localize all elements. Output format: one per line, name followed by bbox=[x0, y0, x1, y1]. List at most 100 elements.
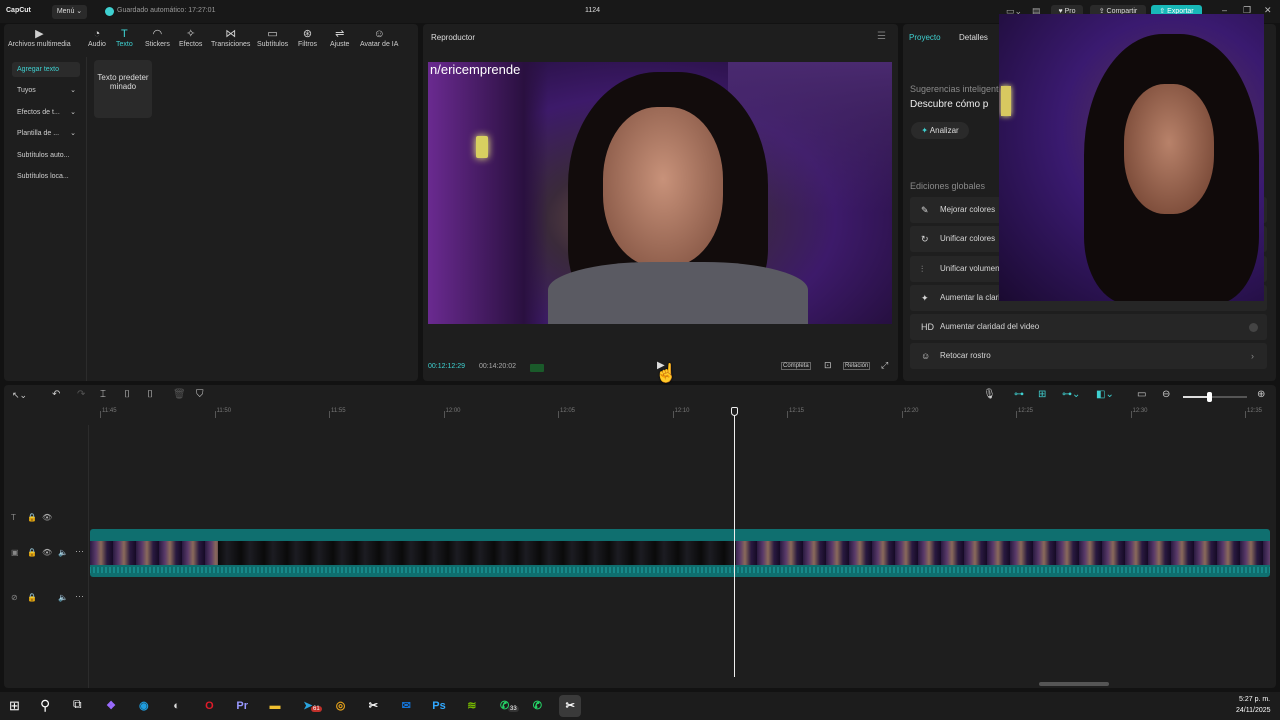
audio-track-more-icon[interactable]: ⋯ bbox=[75, 591, 84, 602]
sidebar-item-label: Agregar texto bbox=[17, 66, 60, 73]
video-track-lock-icon[interactable]: 🔒 bbox=[27, 548, 37, 557]
edge-icon[interactable]: ◉ bbox=[133, 695, 155, 717]
capcut-active-icon[interactable]: ✂ bbox=[559, 695, 582, 717]
tool-stickers[interactable]: ◠ Stickers bbox=[145, 28, 170, 48]
obs-icon[interactable]: ◐ bbox=[166, 695, 188, 717]
clock-time[interactable]: 5:27 p. m. bbox=[1239, 696, 1270, 703]
ruler-tick bbox=[558, 411, 559, 418]
audio-track-speaker-icon[interactable]: 🔈 bbox=[58, 593, 68, 602]
toggle-icon[interactable] bbox=[1249, 323, 1258, 332]
ruler-tick bbox=[1245, 411, 1246, 418]
chevron-right-icon[interactable]: › bbox=[1251, 351, 1254, 361]
ruler-tick bbox=[672, 411, 674, 418]
undo-icon[interactable]: ↶ bbox=[52, 389, 60, 400]
tool-filters[interactable]: ⊛ Filtros bbox=[298, 28, 317, 48]
video-track-more-icon[interactable]: ⋯ bbox=[75, 546, 84, 557]
ruler-tick bbox=[787, 411, 788, 418]
sidebar-item-0[interactable]: Agregar texto bbox=[12, 62, 80, 77]
menu-button[interactable]: Menú ⌄ bbox=[52, 5, 87, 19]
video-preview[interactable]: n/ericemprende bbox=[428, 62, 892, 324]
player-menu-icon[interactable]: ☰ bbox=[877, 31, 886, 42]
copilot-icon[interactable]: ❖ bbox=[100, 695, 122, 717]
explorer-icon[interactable]: ▬ bbox=[264, 695, 286, 717]
global-edit-label: Retocar rostro bbox=[940, 351, 991, 360]
redo-icon[interactable]: ↷ bbox=[77, 389, 85, 400]
tool-transitions[interactable]: ⋈ Transiciones bbox=[211, 28, 250, 48]
global-edit-icon: ☺ bbox=[921, 351, 931, 361]
player-title: Reproductor bbox=[431, 33, 476, 42]
video-track-eye-icon[interactable]: 👁 bbox=[42, 548, 52, 557]
sidebar-item-label: Tuyos bbox=[17, 87, 36, 94]
sidebar-item-5[interactable]: Subtítulos loca... bbox=[12, 169, 80, 184]
text-track-lock-icon[interactable]: 🔒 bbox=[27, 513, 37, 522]
sidebar-item-3[interactable]: Plantilla de ... ⌄ bbox=[12, 126, 80, 141]
text-track-eye-icon[interactable]: 👁 bbox=[42, 513, 52, 522]
video-track-audio-icon[interactable]: 🔈 bbox=[58, 548, 68, 557]
ruler-tick bbox=[1130, 411, 1132, 418]
audio-track-lock-icon[interactable]: 🔒 bbox=[27, 593, 37, 602]
outlook-icon[interactable]: ✉ bbox=[395, 695, 417, 717]
ruler-tick-label: 12:20 bbox=[903, 408, 919, 414]
ruler-tick bbox=[443, 411, 445, 418]
taskbar-apps: ❖ ◉ ◐ O Pr ▬ ➤ ◎ ✂ ✉ Ps ≋ ✆ ✆ ✂ 33 61 bbox=[100, 692, 600, 720]
global-edits-label: Ediciones globales bbox=[910, 181, 986, 191]
full-quality-button[interactable]: Completa bbox=[781, 362, 811, 370]
windows-start-icon[interactable]: ⊞ bbox=[9, 698, 20, 714]
fullscreen-icon[interactable]: ⤢ bbox=[881, 360, 888, 371]
chevron-down-icon: ⌄ bbox=[70, 109, 76, 116]
ratio-button[interactable]: Relación bbox=[843, 362, 871, 370]
ruler-tick-label: 11:50 bbox=[216, 408, 232, 414]
tool-ai-avatar[interactable]: ☺ Avatar de IA bbox=[360, 28, 398, 48]
analyze-button[interactable]: ✦ Analizar bbox=[911, 122, 969, 139]
playhead-handle[interactable] bbox=[731, 407, 738, 416]
tool-adjust[interactable]: ⇌ Ajuste bbox=[330, 28, 349, 48]
timeline-scrollbar[interactable] bbox=[1039, 682, 1109, 686]
photoshop-icon[interactable]: Ps bbox=[428, 695, 450, 717]
adjust-icon: ⇌ bbox=[335, 28, 345, 40]
timeline-panel: ↖⌄ ↶ ↷ ⌶ ⌷ ⌷ 🗑 ⛉ 🎙 ⊶ ⊞ ⊶⌄ ◧⌄ ▭ ⊖ ⊕ 11:45… bbox=[4, 385, 1276, 688]
sidebar-item-4[interactable]: Subtítulos auto... bbox=[12, 148, 80, 163]
tab-details[interactable]: Detalles bbox=[959, 33, 988, 42]
tool-effects[interactable]: ✧ Efectos bbox=[179, 28, 202, 48]
tool-subtitles[interactable]: ▭ Subtítulos bbox=[257, 28, 288, 48]
time-ruler[interactable]: 11:45 11:50 11:55 12:00 12:05 12:10 12:15 12:20… bbox=[90, 385, 1276, 425]
total-time: 00:14:20:02 bbox=[479, 363, 516, 370]
effects-icon: ✧ bbox=[186, 28, 196, 40]
whatsapp-business-icon[interactable]: ✆ bbox=[526, 695, 548, 717]
tool-text[interactable]: T Texto bbox=[116, 28, 133, 48]
screenshot-icon[interactable]: ⊡ bbox=[824, 360, 832, 371]
global-edit-icon: ✦ bbox=[921, 293, 929, 303]
tool-audio[interactable]: ◔ Audio bbox=[88, 28, 106, 48]
task-view-icon[interactable]: ⧉ bbox=[73, 697, 82, 712]
transitions-icon: ⋈ bbox=[225, 28, 237, 40]
clock-date[interactable]: 24/11/2025 bbox=[1236, 707, 1271, 714]
ruler-tick-label: 12:10 bbox=[674, 408, 690, 414]
ruler-tick-label: 12:05 bbox=[560, 408, 576, 414]
chevron-down-icon: ⌄ bbox=[70, 87, 76, 94]
select-tool-icon[interactable]: ↖⌄ bbox=[12, 390, 27, 401]
ruler-tick-label: 12:15 bbox=[789, 408, 805, 414]
playhead[interactable] bbox=[734, 407, 735, 677]
global-edit-row[interactable]: HD Aumentar claridad del video bbox=[910, 314, 1267, 340]
premiere-icon[interactable]: Pr bbox=[231, 695, 253, 717]
video-track-icon: ▣ bbox=[11, 548, 19, 557]
default-text-card[interactable]: Texto predeterminado bbox=[94, 60, 152, 118]
project-name[interactable]: 1124 bbox=[585, 7, 600, 14]
global-edit-row[interactable]: ☺ Retocar rostro bbox=[910, 343, 1267, 369]
webcam-lamp bbox=[1001, 86, 1011, 116]
sparkle-icon: ✦ bbox=[921, 126, 928, 135]
video-clip[interactable] bbox=[90, 529, 1270, 577]
ruler-tick-label: 12:25 bbox=[1018, 408, 1034, 414]
telegram-badge: 61 bbox=[311, 706, 322, 712]
tab-project[interactable]: Proyecto bbox=[909, 33, 941, 42]
search-icon[interactable]: ⚲ bbox=[40, 697, 50, 714]
sidebar-item-2[interactable]: Efectos de t... ⌄ bbox=[12, 105, 80, 120]
capcut-icon[interactable]: ✂ bbox=[362, 695, 384, 717]
sidebar-item-1[interactable]: Tuyos ⌄ bbox=[12, 83, 80, 98]
analyze-label: Analizar bbox=[929, 126, 959, 135]
nvidia-icon[interactable]: ≋ bbox=[461, 695, 483, 717]
close-icon[interactable]: ✕ bbox=[1264, 5, 1272, 16]
chevron-down-icon: ⌄ bbox=[70, 130, 76, 137]
opera-icon[interactable]: O bbox=[198, 695, 220, 717]
chrome-icon[interactable]: ◎ bbox=[330, 695, 352, 717]
